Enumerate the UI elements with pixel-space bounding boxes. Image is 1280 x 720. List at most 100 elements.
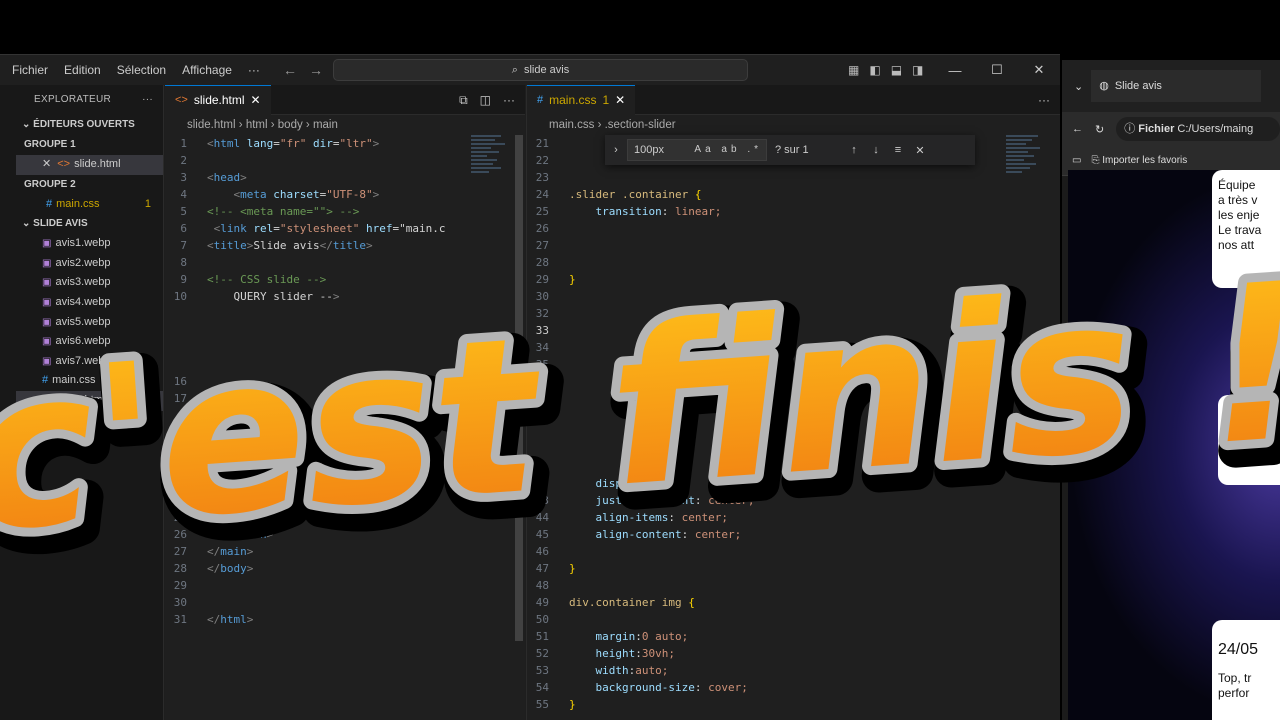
find-in-selection-icon[interactable]: ≡ xyxy=(887,144,909,156)
find-options[interactable]: Aa ab .* xyxy=(694,140,762,160)
scrollbar-thumb[interactable] xyxy=(515,135,523,641)
code-line[interactable]: 51 margin:0 auto; xyxy=(527,628,1060,645)
code-line[interactable]: 52 height:30vh; xyxy=(527,645,1060,662)
file-item[interactable]: <> slide.html xyxy=(16,390,163,411)
project-folder[interactable]: ⌄ SLIDE AVIS xyxy=(16,214,163,234)
code-line[interactable]: 26 </section> xyxy=(165,526,525,543)
forward-arrow-icon[interactable]: → xyxy=(309,62,323,78)
code-line[interactable]: 30 xyxy=(165,594,525,611)
code-line[interactable]: 25 </div> xyxy=(165,509,525,526)
maximize-icon[interactable]: ☐ xyxy=(976,62,1018,78)
breadcrumb-main[interactable]: main xyxy=(313,119,338,131)
code-line[interactable]: 43 justify-content: center; xyxy=(527,492,1060,509)
code-line[interactable]: 23 <img src="avis6.webp" /> xyxy=(165,475,525,492)
menu-view[interactable]: Affichage xyxy=(174,55,240,85)
file-item[interactable]: ▣ avis1.webp xyxy=(16,234,163,254)
open-editors-section[interactable]: ⌄ ÉDITEURS OUVERTS xyxy=(16,115,163,135)
code-line[interactable]: display:grid; xyxy=(527,475,1060,492)
customize-layout-icon[interactable]: ▦ xyxy=(848,63,859,77)
browser-tab[interactable]: ◍ Slide avis xyxy=(1091,70,1262,102)
code-line[interactable]: <img src="avis4.webp" /> xyxy=(165,441,525,458)
file-item[interactable]: ▣ avis7.webp xyxy=(16,352,163,372)
file-item[interactable]: ▣ avis3.webp xyxy=(16,273,163,293)
code-line[interactable]: 30 xyxy=(527,288,1060,305)
code-line[interactable]: "avis3.webp" /> xyxy=(165,424,525,441)
code-line[interactable]: 44 align-items: center; xyxy=(527,509,1060,526)
code-line[interactable]: 28 xyxy=(527,254,1060,271)
code-line[interactable]: 10 QUERY slider --> xyxy=(165,288,525,305)
code-line[interactable]: 55} xyxy=(527,696,1060,713)
previous-match-icon[interactable]: ↑ xyxy=(843,144,865,156)
import-favorites-link[interactable]: ⎘ Importer les favoris xyxy=(1091,155,1187,166)
split-editor-icon[interactable]: ◫ xyxy=(480,93,491,107)
code-line[interactable]: 23 xyxy=(527,169,1060,186)
code-line[interactable] xyxy=(165,305,525,322)
back-icon[interactable]: ← xyxy=(1072,123,1083,135)
menu-edit[interactable]: Edition xyxy=(56,55,109,85)
code-line[interactable] xyxy=(165,322,525,339)
file-item[interactable]: ▣ avis4.webp xyxy=(16,293,163,313)
preview-icon[interactable]: ⧉ xyxy=(459,93,468,108)
file-item[interactable]: # main.css xyxy=(16,371,163,391)
code-line[interactable]: /> xyxy=(165,407,525,424)
code-line[interactable]: 31 </html> xyxy=(165,611,525,628)
minimap[interactable] xyxy=(471,135,511,265)
file-item[interactable]: ▣ avis5.webp xyxy=(16,313,163,333)
tab-main-css[interactable]: # main.css 1 ✕ xyxy=(527,85,636,115)
code-line[interactable]: 46 xyxy=(527,543,1060,560)
code-line[interactable]: 54 background-size: cover; xyxy=(527,679,1060,696)
close-find-icon[interactable]: ✕ xyxy=(909,144,931,157)
next-match-icon[interactable]: ↓ xyxy=(865,144,887,156)
code-line[interactable]: 34 xyxy=(527,339,1060,356)
more-actions-icon[interactable]: ··· xyxy=(1038,93,1050,107)
breadcrumb-file[interactable]: slide.html xyxy=(187,119,236,131)
close-editor-icon[interactable]: ✕ xyxy=(42,158,51,170)
file-item[interactable]: ▣ avis6.webp xyxy=(16,332,163,352)
open-editor-main-css[interactable]: # main.css 1 xyxy=(16,195,163,215)
code-line[interactable]: 37 xyxy=(527,390,1060,407)
menu-selection[interactable]: Sélection xyxy=(109,55,174,85)
reload-icon[interactable]: ↻ xyxy=(1095,123,1104,136)
code-line[interactable]: 47} xyxy=(527,560,1060,577)
code-line[interactable]: 32 xyxy=(527,305,1060,322)
tab-list-chevron-icon[interactable]: ⌄ xyxy=(1074,80,1083,93)
code-line[interactable]: 38 xyxy=(527,407,1060,424)
code-line[interactable]: 9 <!-- CSS slide --> xyxy=(165,271,525,288)
minimap[interactable] xyxy=(1006,135,1046,265)
address-bar[interactable]: ⓘ Fichier C:/Users/maing xyxy=(1116,117,1280,141)
code-line[interactable]: 50 xyxy=(527,611,1060,628)
code-line[interactable]: 48 xyxy=(527,577,1060,594)
code-line[interactable]: 26 xyxy=(527,220,1060,237)
breadcrumb-body[interactable]: body xyxy=(278,119,303,131)
breadcrumb-selector[interactable]: .section-slider xyxy=(605,119,676,131)
open-editor-slide-html[interactable]: ✕ <> slide.html xyxy=(16,155,163,175)
menu-file[interactable]: Fichier xyxy=(0,55,56,85)
code-line[interactable]: 17 xyxy=(165,390,525,407)
code-line[interactable] xyxy=(527,458,1060,475)
toggle-panel-icon[interactable]: ⬓ xyxy=(891,63,902,77)
code-line[interactable]: -radi xyxy=(527,441,1060,458)
vertical-scrollbar[interactable] xyxy=(513,135,525,720)
code-line[interactable]: 49 div.container img { xyxy=(527,594,1060,611)
code-line[interactable] xyxy=(165,356,525,373)
code-line[interactable]: 53 width:auto; xyxy=(527,662,1060,679)
code-line[interactable]: 35 xyxy=(527,356,1060,373)
code-line[interactable]: 24 <img src="avis7.webp" /> xyxy=(165,492,525,509)
code-line[interactable]: 33 xyxy=(527,322,1060,339)
code-line[interactable]: 28 </body> xyxy=(165,560,525,577)
code-line[interactable]: 29 xyxy=(165,577,525,594)
close-tab-icon[interactable]: ✕ xyxy=(615,85,625,115)
command-center-search[interactable]: ⌕ slide avis xyxy=(333,59,748,81)
toggle-secondary-sidebar-icon[interactable]: ◨ xyxy=(912,63,923,77)
toggle-sidebar-icon[interactable]: ◧ xyxy=(869,63,880,77)
tab-slide-html[interactable]: <> slide.html ✕ xyxy=(165,85,271,115)
code-line[interactable]: 45 align-content: center; xyxy=(527,526,1060,543)
code-line[interactable]: 29} xyxy=(527,271,1060,288)
file-item[interactable]: ▣ avis2.webp xyxy=(16,254,163,274)
toggle-replace-icon[interactable]: › xyxy=(605,144,627,156)
more-actions-icon[interactable]: ··· xyxy=(503,93,515,107)
code-line[interactable]: <img src="avis5.webp" /> xyxy=(165,458,525,475)
breadcrumb-html[interactable]: html xyxy=(246,119,268,131)
code-line[interactable]: 25 transition: linear; xyxy=(527,203,1060,220)
code-line[interactable]: 24 .slider .container { xyxy=(527,186,1060,203)
